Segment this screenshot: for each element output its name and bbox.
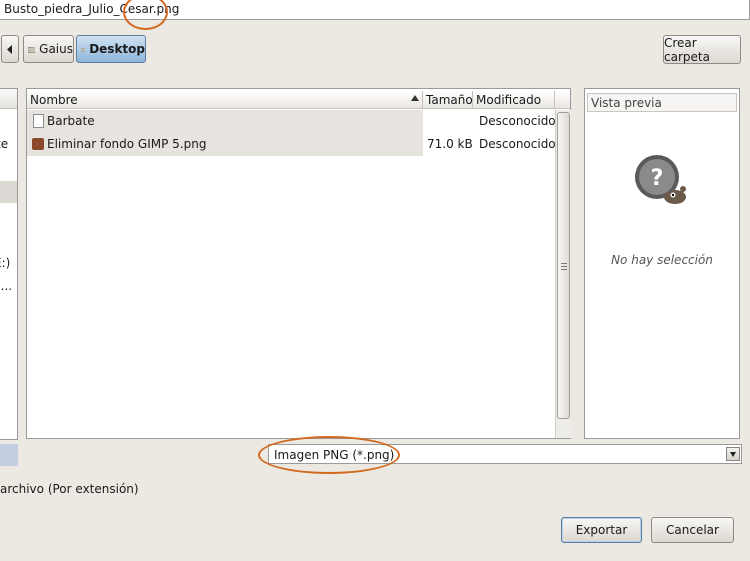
preview-message: No hay selección [611, 253, 713, 267]
cancel-button[interactable]: Cancelar [651, 517, 734, 543]
grip-line [561, 266, 567, 267]
place-item-selected[interactable] [0, 181, 17, 203]
breadcrumb-gaius[interactable]: Gaius [23, 35, 74, 63]
file-name: Eliminar fondo GIMP 5.png [47, 137, 207, 151]
preview-title: Vista previa [587, 93, 737, 112]
file-modified: Desconocido [479, 114, 556, 128]
dropdown-arrow-icon[interactable] [726, 447, 740, 461]
column-modified[interactable]: Modificado [473, 91, 555, 109]
filename-input[interactable]: Busto_piedra_Julio_Cesar.png [0, 0, 750, 20]
place-item[interactable]: E:) [0, 256, 10, 270]
file-modified: Desconocido [479, 137, 556, 151]
folder-icon [81, 47, 86, 51]
no-preview-icon: ? [635, 155, 686, 204]
column-name-label: Nombre [30, 93, 78, 107]
document-icon [33, 114, 44, 128]
scrollbar-thumb[interactable] [557, 112, 570, 419]
column-name[interactable]: Nombre [27, 91, 423, 109]
cancel-label: Cancelar [666, 523, 719, 537]
file-size: 71.0 kB [427, 137, 473, 151]
sort-ascending-icon [411, 95, 419, 101]
preview-pane: Vista previa ? No hay selección [584, 88, 740, 439]
column-size[interactable]: Tamaño [423, 91, 473, 109]
image-file-icon [32, 138, 44, 150]
breadcrumb-desktop[interactable]: Desktop [76, 35, 146, 63]
export-button[interactable]: Exportar [561, 517, 642, 543]
grip-line [561, 269, 567, 270]
chevron-left-icon [7, 44, 12, 54]
export-label: Exportar [575, 523, 628, 537]
file-list[interactable]: Nombre Tamaño Modificado Barbate Descono… [26, 88, 571, 439]
column-modified-label: Modificado [476, 93, 542, 107]
file-row[interactable]: Barbate Desconocido [27, 110, 556, 133]
create-folder-label: Crear carpeta [664, 35, 710, 64]
file-type-selector-label[interactable]: archivo (Por extensión) [0, 482, 139, 496]
svg-text:?: ? [651, 166, 664, 191]
file-name: Barbate [47, 114, 95, 128]
file-list-header: Nombre Tamaño Modificado [27, 91, 570, 109]
places-bottom-item[interactable] [0, 444, 18, 466]
place-item[interactable]: (... [0, 279, 12, 293]
file-row[interactable]: Eliminar fondo GIMP 5.png 71.0 kB Descon… [27, 133, 556, 156]
folder-icon [28, 46, 36, 53]
create-folder-button[interactable]: Crear carpeta [663, 35, 741, 64]
annotation-circle-extension [123, 0, 168, 30]
column-size-label: Tamaño [426, 93, 473, 107]
file-list-scrollbar[interactable] [555, 110, 571, 438]
place-item[interactable]: te [0, 137, 8, 151]
places-sidebar[interactable]: te E:) (... [0, 88, 18, 440]
breadcrumb-label: Desktop [89, 42, 145, 56]
grip-line [561, 263, 567, 264]
path-back-button[interactable] [1, 35, 19, 63]
breadcrumb-label: Gaius [39, 42, 73, 56]
places-header [0, 89, 17, 109]
annotation-circle-filter [258, 436, 400, 474]
